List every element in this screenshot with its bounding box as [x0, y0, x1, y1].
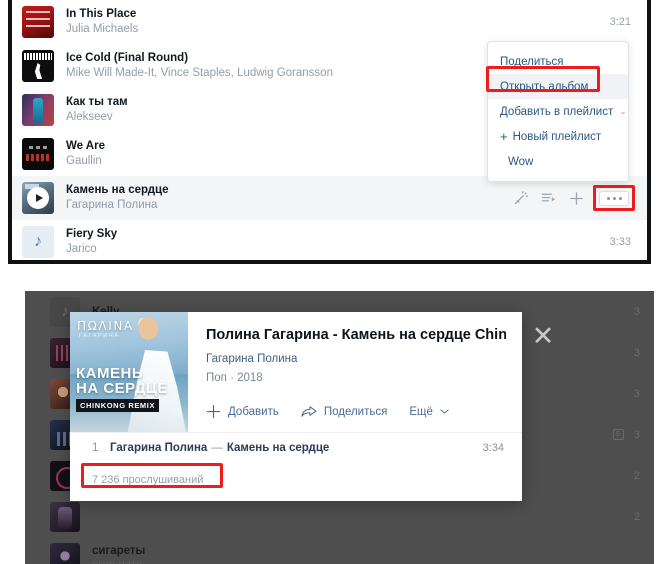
- background-track-duration: 3: [633, 305, 640, 318]
- album-art-thumbnail[interactable]: [22, 182, 54, 214]
- screenshot-root: In This Place Julia Michaels 3:21 Ice Co…: [0, 0, 659, 564]
- album-art-thumbnail[interactable]: [22, 50, 54, 82]
- add-album-button[interactable]: Добавить: [206, 404, 279, 419]
- context-menu-item-label: Wow: [508, 155, 534, 168]
- track-duration: 3:34: [482, 441, 504, 454]
- context-menu-item-label: Новый плейлист: [512, 130, 602, 143]
- track-text: In This Place Julia Michaels: [66, 7, 600, 37]
- track-dash: —: [211, 441, 223, 454]
- add-track-button[interactable]: [569, 191, 584, 206]
- background-track-text: сигареты егор натс: [92, 544, 640, 564]
- explicit-badge: E: [612, 429, 624, 440]
- album-modal-header: ΠΩΛΙΝΑ ГАГАРИНА КАМЕНЬ НА СЕРДЦЕ CHINKON…: [70, 312, 522, 432]
- track-text: Fiery Sky Jarico: [66, 227, 600, 257]
- chevron-down-icon: ⌄: [619, 106, 627, 116]
- album-art-thumbnail[interactable]: [22, 6, 54, 38]
- add-to-queue-icon[interactable]: [541, 191, 556, 206]
- track-title: Камень на сердце: [226, 441, 330, 454]
- plus-icon: [206, 404, 221, 419]
- track-row[interactable]: In This Place Julia Michaels 3:21: [12, 0, 647, 44]
- track-title: Fiery Sky: [66, 228, 118, 240]
- context-menu-item-open-album[interactable]: Открыть альбом: [488, 74, 628, 99]
- background-track-duration: 2: [633, 510, 640, 523]
- track-title: Камень на сердце: [66, 184, 169, 196]
- context-menu-item-share[interactable]: Поделиться: [488, 49, 628, 74]
- more-album-button[interactable]: Ещё: [409, 406, 449, 418]
- track-duration: 3:33: [609, 236, 631, 248]
- share-album-button[interactable]: Поделиться: [301, 405, 388, 419]
- album-art-remix-tag: CHINKONG REMIX: [76, 399, 160, 412]
- album-cover-art: ΠΩΛΙΝΑ ГАГАРИНА КАМЕНЬ НА СЕРДЦЕ CHINKON…: [70, 312, 188, 432]
- row-action-buttons: [513, 184, 635, 211]
- album-art-thumbnail: [50, 501, 80, 532]
- plays-count: 7 236 прослушиваний: [92, 474, 204, 486]
- album-modal-info: Полина Гагарина - Камень на сердце Chin.…: [188, 312, 522, 432]
- track-row[interactable]: ♪ Fiery Sky Jarico 3:33: [12, 220, 647, 264]
- album-art-line-2: НА СЕРДЦЕ: [76, 380, 168, 397]
- add-album-label: Добавить: [228, 405, 279, 418]
- album-modal: ΠΩΛΙΝΑ ГАГАРИНА КАМЕНЬ НА СЕРДЦЕ CHINKON…: [70, 312, 522, 501]
- close-icon[interactable]: ✕: [528, 322, 558, 352]
- track-row-playing[interactable]: Камень на сердце Гагарина Полина: [12, 176, 647, 220]
- more-album-label: Ещё: [409, 405, 433, 418]
- album-art-thumbnail[interactable]: [22, 94, 54, 126]
- album-art-thumbnail[interactable]: [22, 138, 54, 170]
- context-menu: Поделиться Открыть альбом Добавить в пле…: [486, 41, 629, 182]
- context-menu-item-wow[interactable]: Wow: [488, 149, 628, 174]
- share-arrow-icon: [301, 405, 317, 419]
- context-menu-item-new-playlist[interactable]: + Новый плейлист: [488, 124, 628, 149]
- album-art-greek-subtitle: ГАГАРИНА: [79, 333, 120, 339]
- album-track-row[interactable]: 1 Гагарина Полина — Камень на сердце 3:34: [70, 432, 522, 462]
- album-title: Полина Гагарина - Камень на сердце Chin.…: [206, 327, 506, 343]
- track-text: Камень на сердце Гагарина Полина: [66, 183, 513, 213]
- album-art-greek-title: ΠΩΛΙΝΑ: [77, 319, 134, 333]
- track-number: 1: [92, 441, 99, 454]
- background-track-duration: 2: [633, 469, 640, 482]
- music-note-icon[interactable]: ♪: [22, 226, 54, 258]
- context-menu-item-label: Открыть альбом: [500, 80, 589, 93]
- album-artist[interactable]: Гагарина Полина: [206, 352, 506, 366]
- track-artist: Гагарина Полина: [110, 441, 208, 454]
- context-menu-item-add-to-playlist[interactable]: Добавить в плейлист ⌄: [488, 99, 628, 124]
- magic-wand-icon[interactable]: [513, 190, 528, 206]
- album-modal-actions: Добавить Поделиться Ещё: [206, 404, 506, 419]
- background-track-row[interactable]: сигареты егор натс: [25, 537, 654, 564]
- plays-count-wrapper: 7 236 прослушиваний: [70, 462, 522, 488]
- track-artist: Julia Michaels: [66, 23, 139, 35]
- chevron-down-icon: [440, 408, 449, 415]
- background-track-duration: 3: [633, 387, 640, 400]
- background-track-title: сигареты: [92, 544, 146, 557]
- context-menu-item-label: Добавить в плейлист: [500, 105, 614, 118]
- background-track-artist: егор натс: [92, 558, 640, 564]
- dimmed-app-background: ♪ Kelly 3 3: [25, 291, 654, 564]
- context-menu-item-label: Поделиться: [500, 55, 564, 68]
- track-artist: Гагарина Полина: [66, 199, 158, 211]
- album-art-line-1: КАМЕНЬ: [76, 365, 144, 382]
- play-icon[interactable]: [27, 187, 49, 209]
- more-options-wrapper: [593, 184, 635, 211]
- more-options-button[interactable]: [599, 190, 629, 206]
- background-track-duration: 3: [633, 428, 640, 441]
- plus-icon: +: [500, 129, 508, 144]
- album-art-thumbnail: [50, 542, 80, 564]
- track-duration: 3:21: [609, 16, 631, 28]
- track-artist: Jarico: [66, 243, 97, 255]
- album-genre-year: Поп · 2018: [206, 372, 263, 384]
- background-track-row[interactable]: 2: [25, 496, 654, 537]
- share-album-label: Поделиться: [323, 405, 388, 418]
- background-track-duration: 3: [633, 346, 640, 359]
- track-title: In This Place: [66, 8, 137, 20]
- track-full-name: Гагарина Полина — Камень на сердце: [110, 442, 483, 454]
